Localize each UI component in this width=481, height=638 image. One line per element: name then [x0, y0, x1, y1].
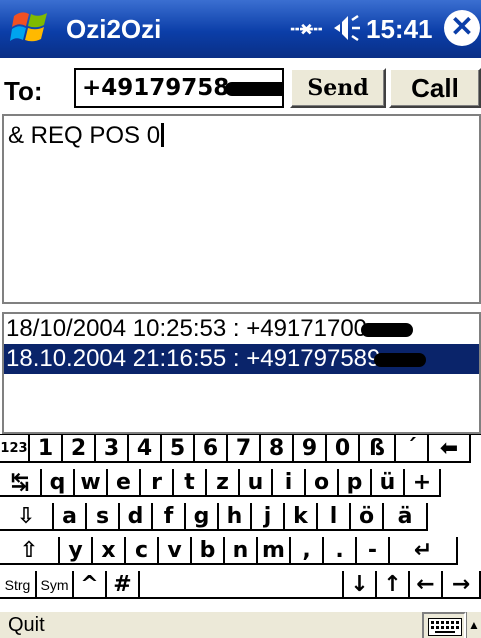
- quit-menu-button[interactable]: Quit: [8, 614, 45, 637]
- key-5[interactable]: 5: [162, 435, 195, 463]
- redaction-mark: [374, 352, 427, 367]
- key-,[interactable]: ,: [291, 537, 324, 565]
- arrow-left-key[interactable]: ←: [410, 571, 443, 599]
- key-0[interactable]: 0: [327, 435, 360, 463]
- keyboard-row: ⇧ y x c v b n m,. - ↵: [0, 537, 481, 565]
- key-w[interactable]: w: [75, 469, 108, 497]
- key-y[interactable]: y: [60, 537, 93, 565]
- num-lock-key[interactable]: 123: [0, 435, 30, 463]
- key-o[interactable]: o: [306, 469, 339, 497]
- key-d[interactable]: d: [120, 503, 153, 531]
- key-7[interactable]: 7: [228, 435, 261, 463]
- ctrl-key[interactable]: Strg: [0, 571, 37, 599]
- key-s[interactable]: s: [87, 503, 120, 531]
- key-h[interactable]: h: [219, 503, 252, 531]
- key-.[interactable]: .: [324, 537, 357, 565]
- input-method-arrow[interactable]: ▲: [466, 612, 481, 638]
- speaker-icon[interactable]: [330, 12, 362, 44]
- tab-key[interactable]: ↹: [0, 469, 42, 497]
- key-v[interactable]: v: [159, 537, 192, 565]
- caps-lock-key[interactable]: ⇩: [0, 503, 54, 531]
- key-r[interactable]: r: [141, 469, 174, 497]
- key-9[interactable]: 9: [294, 435, 327, 463]
- key-c[interactable]: c: [126, 537, 159, 565]
- key-l[interactable]: l: [318, 503, 351, 531]
- key-+[interactable]: +: [405, 469, 441, 497]
- keyboard-row: ↹ q w e r t z u i o p ü +: [0, 469, 481, 497]
- key-4[interactable]: 4: [129, 435, 162, 463]
- redaction-mark: [361, 322, 414, 337]
- keyboard-icon[interactable]: [422, 612, 466, 638]
- clock[interactable]: 15:41: [366, 14, 433, 45]
- key-3[interactable]: 3: [96, 435, 129, 463]
- arrow-right-key[interactable]: →: [443, 571, 481, 599]
- key-6[interactable]: 6: [195, 435, 228, 463]
- redaction-mark: [225, 81, 282, 96]
- shift-key[interactable]: ⇧: [0, 537, 60, 565]
- sym-key[interactable]: Sym: [37, 571, 74, 599]
- close-button[interactable]: ✕: [444, 10, 480, 46]
- key-1[interactable]: 1: [30, 435, 63, 463]
- key-#[interactable]: #: [107, 571, 140, 599]
- key-a[interactable]: a: [54, 503, 87, 531]
- menu-bar: Quit ▲: [0, 610, 481, 638]
- key-ü[interactable]: ü: [372, 469, 405, 497]
- key-q[interactable]: q: [42, 469, 75, 497]
- call-button[interactable]: Call: [389, 68, 481, 108]
- key-b[interactable]: b: [192, 537, 225, 565]
- log-list-item[interactable]: 18/10/2004 10:25:53 : +49171700: [4, 314, 479, 344]
- key-j[interactable]: j: [252, 503, 285, 531]
- keyboard-row: ⇩ a s d f g h j k l ö ä: [0, 503, 481, 531]
- title-bar: Ozi2Ozi ⇢⇠ 15:41 ✕: [0, 0, 481, 58]
- key-´[interactable]: ´: [396, 435, 429, 463]
- log-list-item-selected[interactable]: 18.10.2004 21:16:55 : +491797589: [4, 344, 479, 374]
- windows-start-icon[interactable]: [10, 8, 52, 48]
- log-item-text: 18.10.2004 21:16:55 : +491797589: [6, 345, 381, 372]
- to-label: To:: [4, 76, 43, 106]
- keyboard-row: 123 1 2 3 4 5 6 7 8 9 0 ß ´ ⬅: [0, 435, 481, 463]
- app-title: Ozi2Ozi: [66, 14, 162, 44]
- message-text: & REQ POS 0: [8, 122, 161, 149]
- key--[interactable]: -: [357, 537, 390, 565]
- key-p[interactable]: p: [339, 469, 372, 497]
- key-g[interactable]: g: [186, 503, 219, 531]
- key-ö[interactable]: ö: [351, 503, 384, 531]
- key-n[interactable]: n: [225, 537, 258, 565]
- key-ä[interactable]: ä: [384, 503, 428, 531]
- backspace-key[interactable]: ⬅: [429, 435, 471, 463]
- key-u[interactable]: u: [240, 469, 273, 497]
- key-i[interactable]: i: [273, 469, 306, 497]
- arrow-up-key[interactable]: ↑: [377, 571, 410, 599]
- key-m[interactable]: m: [258, 537, 291, 565]
- key-f[interactable]: f: [153, 503, 186, 531]
- key-^[interactable]: ^: [74, 571, 107, 599]
- space-key[interactable]: [140, 571, 344, 599]
- key-x[interactable]: x: [93, 537, 126, 565]
- text-cursor: [161, 123, 165, 147]
- recipient-number: +49179758: [82, 75, 230, 101]
- send-button[interactable]: Send: [290, 68, 386, 108]
- log-item-text: 18/10/2004 10:25:53 : +49171700: [6, 315, 368, 342]
- key-2[interactable]: 2: [63, 435, 96, 463]
- keyboard-row: Strg Sym ^ # ↓ ↑ ← →: [0, 571, 481, 599]
- key-e[interactable]: e: [108, 469, 141, 497]
- key-k[interactable]: k: [285, 503, 318, 531]
- key-z[interactable]: z: [207, 469, 240, 497]
- message-log-list[interactable]: 18/10/2004 10:25:53 : +49171700 18.10.20…: [2, 312, 481, 434]
- enter-key[interactable]: ↵: [390, 537, 458, 565]
- message-textarea[interactable]: & REQ POS 0: [2, 114, 481, 304]
- arrow-down-key[interactable]: ↓: [344, 571, 377, 599]
- connectivity-icon[interactable]: ⇢⇠: [290, 16, 323, 42]
- key-8[interactable]: 8: [261, 435, 294, 463]
- recipient-input[interactable]: +49179758: [74, 68, 284, 108]
- soft-keyboard: 123 1 2 3 4 5 6 7 8 9 0 ß ´ ⬅ ↹ q w e r t z u i o p ü + ⇩ a s d f g h j k l ö…: [0, 434, 481, 610]
- key-t[interactable]: t: [174, 469, 207, 497]
- key-ß[interactable]: ß: [360, 435, 396, 463]
